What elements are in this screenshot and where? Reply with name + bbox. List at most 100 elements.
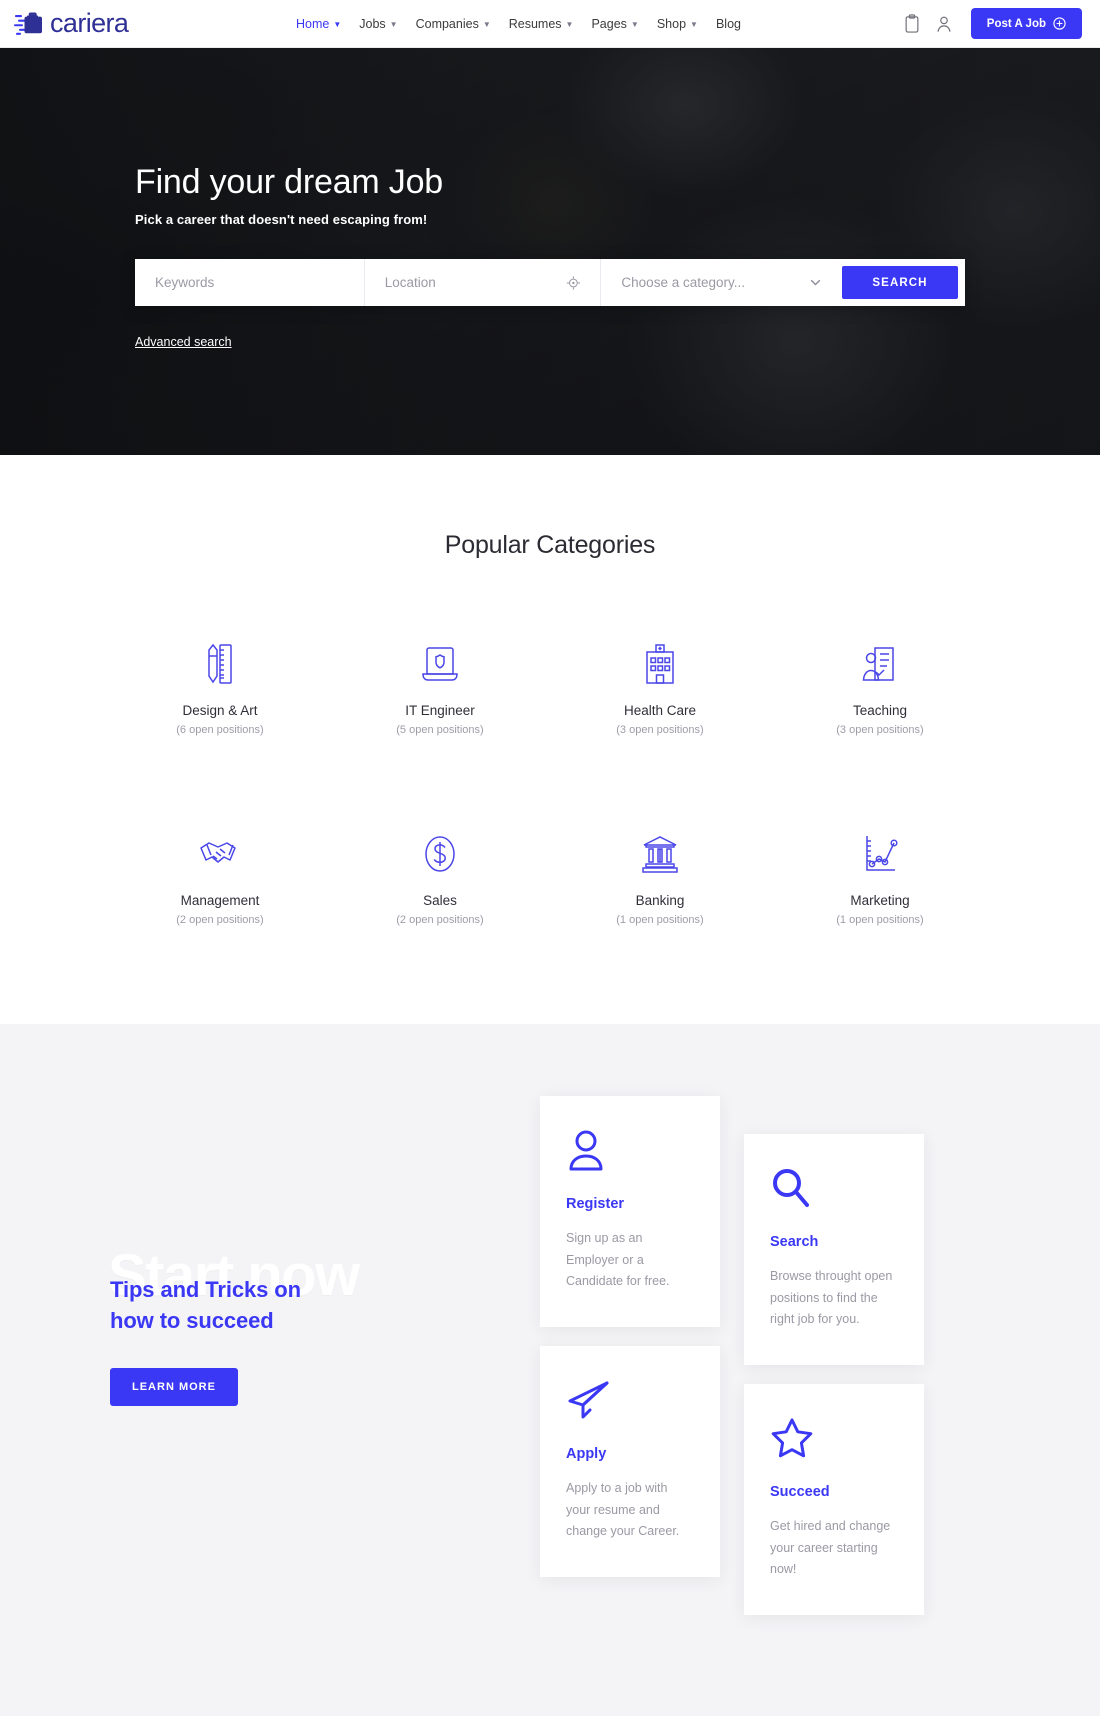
laptop-shield-icon bbox=[330, 642, 550, 686]
category-count: (3 open positions) bbox=[616, 724, 704, 736]
step-card-title: Succeed bbox=[770, 1484, 830, 1500]
category-select-value: Choose a category... bbox=[621, 275, 745, 291]
category-name: IT Engineer bbox=[405, 703, 475, 718]
step-card-apply[interactable]: Apply Apply to a job with your resume an… bbox=[540, 1346, 720, 1577]
category-count: (2 open positions) bbox=[396, 914, 484, 926]
step-card-succeed[interactable]: Succeed Get hired and change your career… bbox=[744, 1384, 924, 1615]
nav-label: Shop bbox=[656, 16, 687, 31]
nav-item-companies[interactable]: Companies ▼ bbox=[416, 17, 491, 31]
search-input-location[interactable] bbox=[384, 275, 566, 291]
location-field[interactable] bbox=[363, 259, 601, 307]
pen-ruler-icon bbox=[110, 642, 330, 686]
category-item-banking[interactable]: Banking (1 open positions) bbox=[550, 832, 770, 926]
category-count: (2 open positions) bbox=[176, 914, 264, 926]
category-item-management[interactable]: Management (2 open positions) bbox=[110, 832, 330, 926]
nav-item-blog[interactable]: Blog bbox=[716, 17, 741, 31]
category-select[interactable]: Choose a category... bbox=[600, 259, 842, 307]
nav-label: Companies bbox=[415, 16, 479, 31]
chevron-down-icon: ▼ bbox=[690, 19, 698, 29]
category-count: (3 open positions) bbox=[836, 724, 924, 736]
start-now-cards: Register Sign up as an Employer or a Can… bbox=[540, 1096, 990, 1615]
category-name: Sales bbox=[423, 893, 457, 908]
start-now-text-column: Start now Tips and Tricks on how to succ… bbox=[108, 1096, 540, 1596]
category-name: Management bbox=[180, 893, 260, 908]
nav-item-home[interactable]: Home ▼ bbox=[296, 17, 341, 31]
magnifier-icon bbox=[770, 1164, 898, 1210]
category-count: (1 open positions) bbox=[836, 914, 924, 926]
step-card-description: Sign up as an Employer or a Candidate fo… bbox=[566, 1231, 670, 1288]
start-now-heading-line2: how to succeed bbox=[110, 1308, 274, 1334]
chevron-down-icon bbox=[810, 280, 821, 286]
hero-subtitle: Pick a career that doesn't need escaping… bbox=[135, 212, 428, 228]
category-name: Marketing bbox=[850, 893, 910, 908]
start-now-heading: Tips and Tricks on how to succeed bbox=[110, 1274, 540, 1336]
step-card-title: Apply bbox=[566, 1446, 607, 1462]
step-card-description: Browse throught open positions to find t… bbox=[770, 1269, 893, 1326]
hero-section: Find your dream Job Pick a career that d… bbox=[0, 48, 1100, 455]
step-card-search[interactable]: Search Browse throught open positions to… bbox=[744, 1134, 924, 1365]
nav-item-jobs[interactable]: Jobs ▼ bbox=[359, 17, 397, 31]
step-card-description: Get hired and change your career startin… bbox=[770, 1519, 891, 1576]
nav-label: Resumes bbox=[508, 16, 562, 31]
nav-label: Pages bbox=[591, 16, 627, 31]
logo-text: cariera bbox=[50, 8, 129, 38]
learn-more-button[interactable]: LEARN MORE bbox=[110, 1368, 238, 1407]
step-card-title: Register bbox=[566, 1196, 625, 1212]
plus-circle-icon bbox=[1053, 17, 1066, 30]
advanced-search-link[interactable]: Advanced search bbox=[135, 335, 232, 349]
search-button[interactable]: SEARCH bbox=[841, 266, 958, 300]
bank-icon bbox=[550, 832, 770, 876]
clipboard-icon[interactable] bbox=[903, 13, 921, 34]
start-now-inner: Start now Tips and Tricks on how to succ… bbox=[108, 1096, 990, 1615]
category-item-sales[interactable]: Sales (2 open positions) bbox=[330, 832, 550, 926]
step-card-title: Search bbox=[770, 1234, 819, 1250]
hospital-building-icon bbox=[550, 642, 770, 686]
chevron-down-icon: ▼ bbox=[333, 19, 342, 29]
search-input-keywords[interactable] bbox=[155, 275, 344, 291]
post-a-job-label: Post A Job bbox=[986, 17, 1046, 30]
category-name: Teaching bbox=[852, 703, 908, 718]
briefcase-speed-icon bbox=[14, 12, 42, 35]
job-search-bar: Choose a category... SEARCH bbox=[135, 259, 965, 307]
teacher-board-icon bbox=[770, 642, 990, 686]
category-item-design-art[interactable]: Design & Art (6 open positions) bbox=[110, 642, 330, 736]
chevron-down-icon: ▼ bbox=[482, 19, 491, 29]
star-icon bbox=[770, 1414, 898, 1460]
category-item-health-care[interactable]: Health Care (3 open positions) bbox=[550, 642, 770, 736]
nav-label: Blog bbox=[715, 16, 741, 31]
header-actions: Post A Job bbox=[903, 8, 1082, 39]
section-title-categories: Popular Categories bbox=[444, 531, 656, 559]
hero-content: Find your dream Job Pick a career that d… bbox=[135, 48, 965, 351]
category-item-teaching[interactable]: Teaching (3 open positions) bbox=[770, 642, 990, 736]
post-a-job-button[interactable]: Post A Job bbox=[970, 8, 1082, 39]
start-now-section: Start now Tips and Tricks on how to succ… bbox=[0, 1024, 1100, 1716]
category-item-it-engineer[interactable]: IT Engineer (5 open positions) bbox=[330, 642, 550, 736]
step-card-description: Apply to a job with your resume and chan… bbox=[566, 1481, 680, 1538]
user-icon[interactable] bbox=[935, 14, 953, 34]
user-icon bbox=[566, 1126, 694, 1172]
category-name: Design & Art bbox=[182, 703, 258, 718]
nav-item-pages[interactable]: Pages ▼ bbox=[591, 17, 638, 31]
nav-label: Home bbox=[296, 16, 330, 31]
handshake-icon bbox=[110, 832, 330, 876]
category-count: (6 open positions) bbox=[176, 724, 264, 736]
dollar-coin-icon bbox=[330, 832, 550, 876]
crosshair-icon[interactable] bbox=[566, 275, 581, 291]
popular-categories-section: Popular Categories Design & Art (6 open … bbox=[0, 455, 1100, 1024]
chevron-down-icon: ▼ bbox=[565, 19, 574, 29]
logo[interactable]: cariera bbox=[14, 8, 129, 39]
nav-label: Jobs bbox=[359, 16, 386, 31]
step-card-register[interactable]: Register Sign up as an Employer or a Can… bbox=[540, 1096, 720, 1327]
category-count: (1 open positions) bbox=[616, 914, 704, 926]
category-name: Health Care bbox=[623, 703, 697, 718]
main-nav: Home ▼ Jobs ▼ Companies ▼ Resumes ▼ Page… bbox=[296, 17, 741, 31]
start-now-heading-line1: Tips and Tricks on bbox=[110, 1277, 301, 1302]
hero-title: Find your dream Job bbox=[135, 163, 444, 201]
categories-grid: Design & Art (6 open positions) IT Engin… bbox=[110, 642, 990, 926]
nav-item-shop[interactable]: Shop ▼ bbox=[657, 17, 698, 31]
category-count: (5 open positions) bbox=[396, 724, 484, 736]
keywords-field[interactable] bbox=[135, 259, 364, 306]
paper-plane-icon bbox=[566, 1376, 694, 1422]
nav-item-resumes[interactable]: Resumes ▼ bbox=[509, 17, 574, 31]
category-item-marketing[interactable]: Marketing (1 open positions) bbox=[770, 832, 990, 926]
